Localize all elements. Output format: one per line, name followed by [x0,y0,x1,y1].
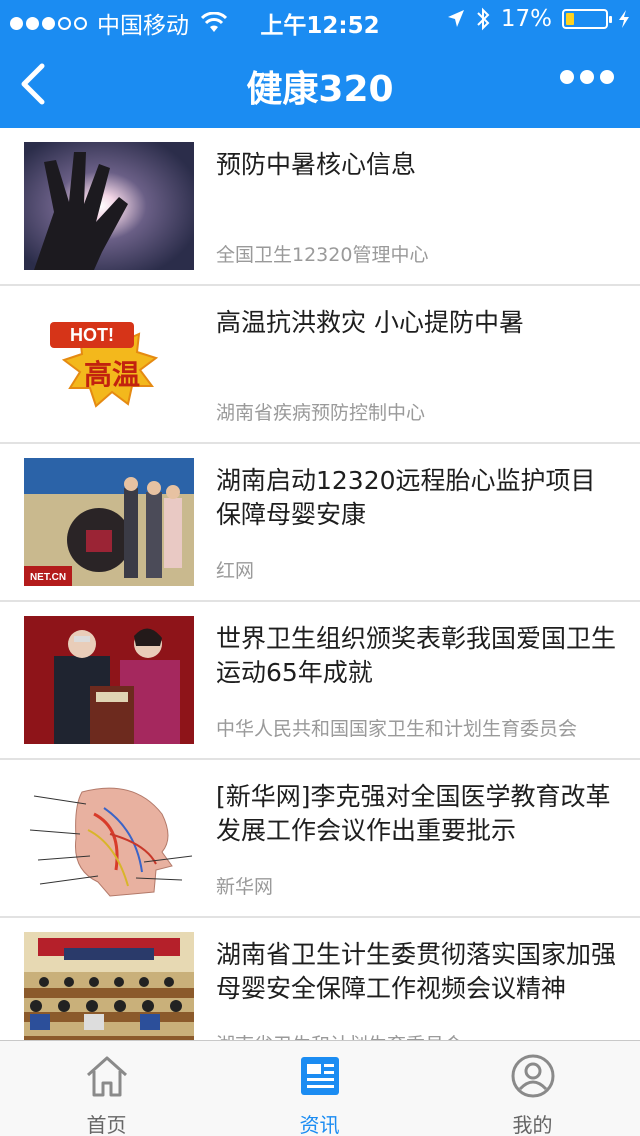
article-title: 世界卫生组织颁奖表彰我国爱国卫生运动65年成就 [216,624,617,687]
more-options-icon[interactable] [560,70,614,84]
tab-profile-label: 我的 [512,1113,553,1136]
charging-bolt-icon [619,10,629,28]
thumb-hot-text: 高温 [84,358,140,391]
tab-news[interactable]: 资讯 [213,1041,426,1136]
article-list: 预防中暑核心信息 全国卫生12320管理中心 HOT! 高温 高温抗洪救灾 小心… [0,128,640,1040]
article-source: 全国卫生12320管理中心 [216,244,429,266]
article-thumbnail: HOT! 高温 [24,300,194,428]
tab-home-label: 首页 [86,1113,127,1136]
news-icon [301,1057,339,1095]
thumb-caption: NET.CN [30,572,66,583]
article-thumbnail [24,616,194,744]
list-item[interactable]: 世界卫生组织颁奖表彰我国爱国卫生运动65年成就 中华人民共和国国家卫生和计划生育… [0,602,640,760]
battery-percent: 17% [500,6,552,32]
battery-icon [562,9,612,29]
article-thumbnail [24,774,194,902]
article-title: 预防中暑核心信息 [216,150,417,179]
article-source: 湖南省疾病预防控制中心 [216,402,426,424]
list-item[interactable]: 预防中暑核心信息 全国卫生12320管理中心 [0,128,640,286]
thumb-hot-badge: HOT! [70,325,114,345]
list-item[interactable]: [新华网]李克强对全国医学教育改革发展工作会议作出重要批示 新华网 [0,760,640,918]
home-icon [86,1056,128,1097]
article-thumbnail [24,142,194,270]
status-right: 17% [447,6,630,32]
article-title: [新华网]李克强对全国医学教育改革发展工作会议作出重要批示 [216,782,611,845]
list-item[interactable]: NET.CN 湖南启动12320远程胎心监护项目保障母婴安康 红网 [0,444,640,602]
status-bar: 中国移动 上午12:52 17% [0,0,640,40]
article-source: 新华网 [216,876,274,898]
list-item[interactable]: HOT! 高温 高温抗洪救灾 小心提防中暑 湖南省疾病预防控制中心 [0,286,640,444]
location-arrow-icon [447,10,464,27]
tab-news-label: 资讯 [299,1113,340,1136]
tab-profile[interactable]: 我的 [426,1041,639,1136]
tab-home[interactable]: 首页 [0,1041,213,1136]
article-thumbnail [24,932,194,1040]
article-title: 湖南启动12320远程胎心监护项目保障母婴安康 [216,466,596,529]
article-thumbnail: NET.CN [24,458,194,586]
article-title: 湖南省卫生计生委贯彻落实国家加强母婴安全保障工作视频会议精神 [216,940,617,1003]
tab-bar: 首页 资讯 我的 [0,1040,640,1136]
top-bar: 中国移动 上午12:52 17% 健康320 [0,0,640,128]
article-source: 湖南省卫生和计划生育委员会 [216,1030,463,1040]
page-title: 健康320 [246,69,394,110]
list-item[interactable]: 湖南省卫生计生委贯彻落实国家加强母婴安全保障工作视频会议精神 湖南省卫生和计划生… [0,918,640,1040]
navigation-bar: 健康320 [0,40,640,128]
article-source: 中华人民共和国国家卫生和计划生育委员会 [216,718,578,740]
bluetooth-icon [477,7,490,31]
article-source: 红网 [216,560,255,582]
profile-icon [511,1054,555,1098]
article-title: 高温抗洪救灾 小心提防中暑 [216,308,524,337]
